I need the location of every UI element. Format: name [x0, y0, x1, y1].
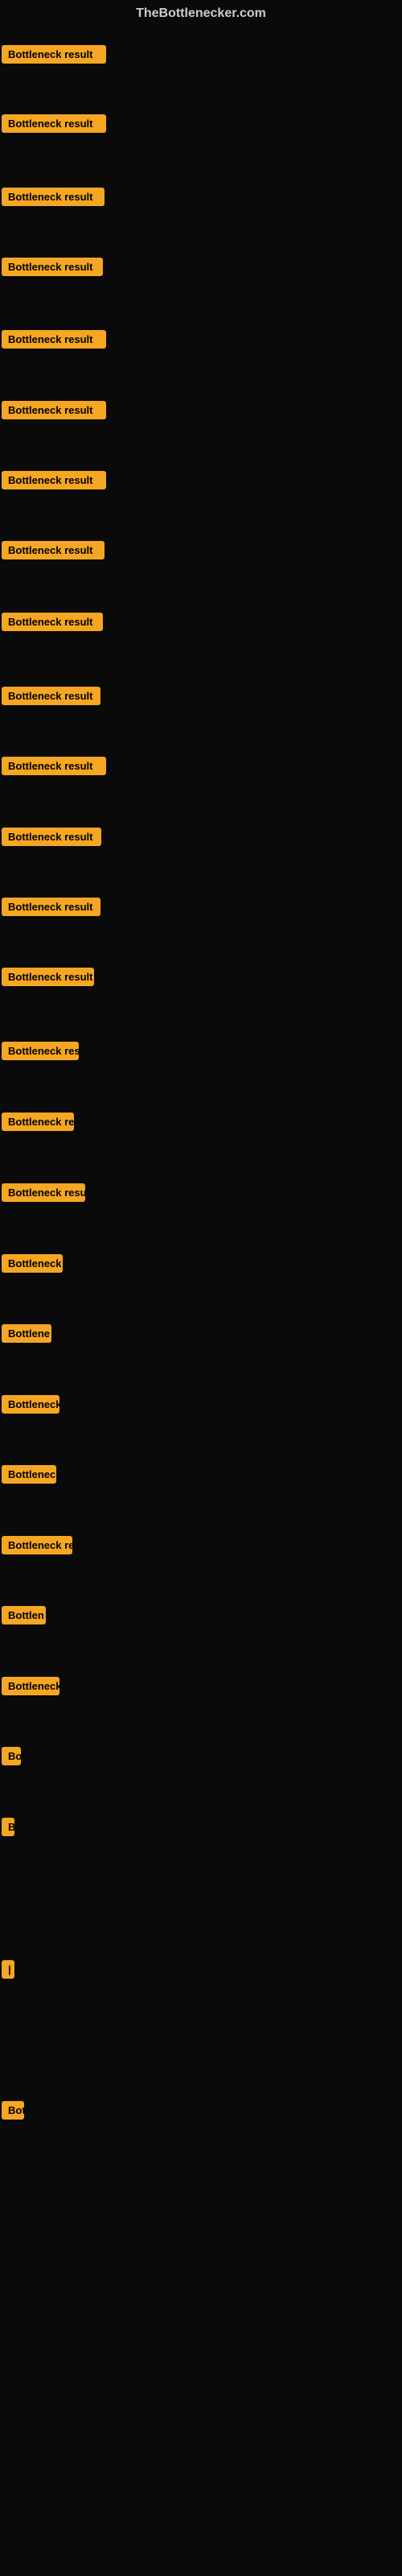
- bottleneck-row-16[interactable]: Bottleneck re: [2, 1113, 74, 1135]
- bottleneck-row-17[interactable]: Bottleneck resul: [2, 1183, 85, 1206]
- site-title: TheBottlenecker.com: [136, 6, 266, 20]
- bottleneck-label-3: Bottleneck result: [2, 188, 105, 206]
- bottleneck-label-27: |: [2, 1960, 14, 1979]
- bottleneck-row-12[interactable]: Bottleneck result: [2, 828, 101, 850]
- bottleneck-label-9: Bottleneck result: [2, 613, 103, 631]
- bottleneck-label-14: Bottleneck result: [2, 968, 94, 986]
- bottleneck-label-16: Bottleneck re: [2, 1113, 74, 1131]
- bottleneck-label-6: Bottleneck result: [2, 401, 106, 419]
- bottleneck-label-5: Bottleneck result: [2, 330, 106, 349]
- bottleneck-row-26[interactable]: B: [2, 1818, 14, 1840]
- bottleneck-label-10: Bottleneck result: [2, 687, 100, 705]
- bottleneck-row-24[interactable]: Bottleneck: [2, 1677, 59, 1699]
- bottleneck-row-7[interactable]: Bottleneck result: [2, 471, 106, 493]
- bottleneck-label-11: Bottleneck result: [2, 757, 106, 775]
- header: TheBottlenecker.com: [0, 0, 402, 27]
- bottleneck-row-18[interactable]: Bottleneck: [2, 1254, 63, 1277]
- bottleneck-label-23: Bottlen: [2, 1606, 46, 1624]
- bottleneck-row-13[interactable]: Bottleneck result: [2, 898, 100, 920]
- bottleneck-row-8[interactable]: Bottleneck result: [2, 541, 105, 564]
- bottleneck-row-15[interactable]: Bottleneck result: [2, 1042, 79, 1064]
- bottleneck-label-15: Bottleneck result: [2, 1042, 79, 1060]
- bottleneck-label-7: Bottleneck result: [2, 471, 106, 489]
- bottleneck-row-10[interactable]: Bottleneck result: [2, 687, 100, 709]
- bottleneck-label-13: Bottleneck result: [2, 898, 100, 916]
- bottleneck-row-4[interactable]: Bottleneck result: [2, 258, 103, 280]
- bottleneck-row-19[interactable]: Bottlene: [2, 1324, 51, 1347]
- bottleneck-label-2: Bottleneck result: [2, 114, 106, 133]
- bottleneck-label-17: Bottleneck resul: [2, 1183, 85, 1202]
- bottleneck-row-6[interactable]: Bottleneck result: [2, 401, 106, 423]
- bottleneck-row-11[interactable]: Bottleneck result: [2, 757, 106, 779]
- bottleneck-row-2[interactable]: Bottleneck result: [2, 114, 106, 137]
- bottleneck-label-18: Bottleneck: [2, 1254, 63, 1273]
- bottleneck-label-20: Bottleneck: [2, 1395, 59, 1414]
- bottleneck-row-21[interactable]: Bottlenec: [2, 1465, 56, 1488]
- bottleneck-label-8: Bottleneck result: [2, 541, 105, 559]
- bottleneck-label-12: Bottleneck result: [2, 828, 101, 846]
- bottleneck-row-22[interactable]: Bottleneck re: [2, 1536, 72, 1558]
- bottleneck-label-4: Bottleneck result: [2, 258, 103, 276]
- bottleneck-row-27[interactable]: |: [2, 1960, 14, 1983]
- bottleneck-label-24: Bottleneck: [2, 1677, 59, 1695]
- bottleneck-row-28[interactable]: Bot: [2, 2101, 24, 2124]
- bottleneck-label-21: Bottlenec: [2, 1465, 56, 1484]
- bottleneck-label-25: Bo: [2, 1747, 21, 1765]
- bottleneck-row-23[interactable]: Bottlen: [2, 1606, 46, 1629]
- bottleneck-label-22: Bottleneck re: [2, 1536, 72, 1554]
- bottleneck-label-19: Bottlene: [2, 1324, 51, 1343]
- bottleneck-row-20[interactable]: Bottleneck: [2, 1395, 59, 1418]
- bottleneck-label-26: B: [2, 1818, 14, 1836]
- bottleneck-row-3[interactable]: Bottleneck result: [2, 188, 105, 210]
- bottleneck-row-5[interactable]: Bottleneck result: [2, 330, 106, 353]
- bottleneck-row-9[interactable]: Bottleneck result: [2, 613, 103, 635]
- bottleneck-row-14[interactable]: Bottleneck result: [2, 968, 94, 990]
- bottleneck-label-1: Bottleneck result: [2, 45, 106, 64]
- bottleneck-label-28: Bot: [2, 2101, 24, 2120]
- bottleneck-row-25[interactable]: Bo: [2, 1747, 21, 1769]
- bottleneck-row-1[interactable]: Bottleneck result: [2, 45, 106, 68]
